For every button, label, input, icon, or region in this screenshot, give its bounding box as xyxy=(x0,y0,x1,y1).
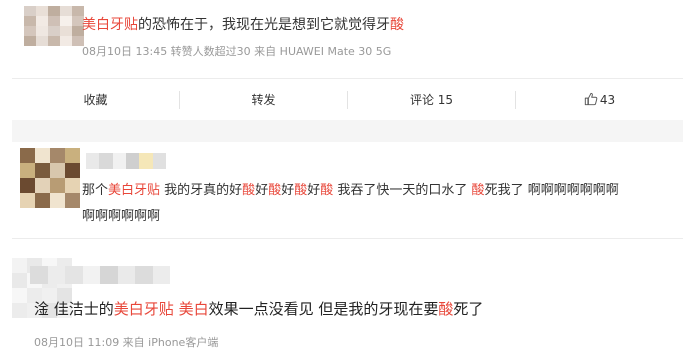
username-blurred[interactable] xyxy=(30,266,170,284)
keyword-highlight: 酸 xyxy=(294,183,308,198)
mosaic-tile xyxy=(48,36,60,46)
thumbs-up-icon xyxy=(584,92,598,106)
keyword-highlight: 酸 xyxy=(268,183,282,198)
text-segment: 效果一点没看见 但是我的牙现在要 xyxy=(208,300,439,318)
mosaic-tile xyxy=(20,178,35,193)
mosaic-tile xyxy=(47,266,65,284)
mosaic-tile xyxy=(100,266,118,284)
mosaic-tile xyxy=(48,6,60,16)
keyword-highlight: 美白 xyxy=(178,300,209,318)
mosaic-tile xyxy=(36,16,48,26)
mosaic-tile xyxy=(152,266,170,284)
mosaic-tile xyxy=(35,178,50,193)
mosaic-tile xyxy=(50,163,65,178)
mosaic-tile xyxy=(36,36,48,46)
comment-section-header xyxy=(12,120,683,142)
mosaic-tile xyxy=(65,148,80,163)
text-segment: 我的牙真的好 xyxy=(160,183,243,198)
keyword-highlight: 美白牙贴 xyxy=(82,17,138,33)
favorite-label: 收藏 xyxy=(83,93,108,107)
avatar[interactable] xyxy=(20,148,80,208)
divider xyxy=(12,238,683,239)
post-meta: 08月10日 13:45 转赞人数超过30 来自 HUAWEI Mate 30 … xyxy=(82,45,392,58)
keyword-highlight: 美白牙贴 xyxy=(108,183,161,198)
comment-text: 那个美白牙贴 我的牙真的好酸好酸好酸好酸 我吞了快一天的口水了 酸死我了 啊啊啊… xyxy=(82,179,619,198)
mosaic-tile xyxy=(24,26,36,36)
keyword-highlight: 美白牙贴 xyxy=(113,300,174,318)
mosaic-tile xyxy=(86,153,100,169)
mosaic-tile xyxy=(12,303,27,318)
text-segment: 的恐怖在于，我现在光是想到它就觉得牙 xyxy=(138,17,390,33)
keyword-highlight: 酸 xyxy=(471,183,485,198)
comment-label: 评论 15 xyxy=(409,93,454,107)
repost-label: 转发 xyxy=(251,93,276,107)
mosaic-tile xyxy=(60,16,72,26)
mosaic-tile xyxy=(65,163,80,178)
comment-text-continued: 啊啊啊啊啊啊 xyxy=(82,209,161,224)
username-blurred[interactable] xyxy=(86,153,166,169)
mosaic-tile xyxy=(82,266,100,284)
mosaic-tile xyxy=(12,288,27,303)
mosaic-tile xyxy=(20,148,35,163)
mosaic-tile xyxy=(24,36,36,46)
mosaic-tile xyxy=(65,266,83,284)
text-segment: 好 xyxy=(307,183,321,198)
text-segment: 好 xyxy=(281,183,295,198)
mosaic-tile xyxy=(35,193,50,208)
mosaic-tile xyxy=(135,266,153,284)
mosaic-tile xyxy=(99,153,113,169)
repost-button[interactable]: 转发 xyxy=(180,79,347,121)
keyword-highlight: 酸 xyxy=(320,183,334,198)
text-segment: 我吞了快一天的口水了 xyxy=(333,183,472,198)
favorite-button[interactable]: 收藏 xyxy=(12,79,179,121)
mosaic-tile xyxy=(24,16,36,26)
mosaic-tile xyxy=(12,273,27,288)
mosaic-tile xyxy=(65,178,80,193)
action-bar: 收藏 转发 评论 15 43 xyxy=(12,78,683,122)
mosaic-tile xyxy=(20,193,35,208)
text-segment: 死我了 啊啊啊啊啊啊啊 xyxy=(484,183,619,198)
like-count: 43 xyxy=(599,93,616,107)
mosaic-tile xyxy=(20,163,35,178)
keyword-highlight: 酸 xyxy=(438,300,454,318)
comment-button[interactable]: 评论 15 xyxy=(348,79,515,121)
mosaic-tile xyxy=(50,193,65,208)
mosaic-tile xyxy=(35,163,50,178)
mosaic-tile xyxy=(12,258,27,273)
mosaic-tile xyxy=(30,266,48,284)
mosaic-tile xyxy=(152,153,166,169)
text-segment: 淦 佳洁士的 xyxy=(34,300,114,318)
mosaic-tile xyxy=(65,193,80,208)
mosaic-tile xyxy=(48,16,60,26)
mosaic-tile xyxy=(112,153,126,169)
mosaic-tile xyxy=(36,6,48,16)
mosaic-tile xyxy=(35,148,50,163)
mosaic-tile xyxy=(60,36,72,46)
mosaic-tile xyxy=(60,6,72,16)
like-button[interactable]: 43 xyxy=(516,79,683,121)
comment-text: 淦 佳洁士的美白牙贴 美白效果一点没看见 但是我的牙现在要酸死了 xyxy=(34,298,483,319)
keyword-highlight: 酸 xyxy=(242,183,256,198)
avatar[interactable] xyxy=(24,6,84,46)
mosaic-tile xyxy=(36,26,48,36)
text-segment: 好 xyxy=(255,183,269,198)
mosaic-tile xyxy=(139,153,153,169)
mosaic-tile xyxy=(125,153,140,169)
text-segment: 死了 xyxy=(453,300,484,318)
mosaic-tile xyxy=(117,266,135,284)
mosaic-tile xyxy=(24,6,36,16)
keyword-highlight: 酸 xyxy=(390,17,404,33)
mosaic-tile xyxy=(50,178,65,193)
text-segment: 那个 xyxy=(82,183,109,198)
mosaic-tile xyxy=(50,148,65,163)
mosaic-tile xyxy=(60,26,72,36)
mosaic-tile xyxy=(48,26,60,36)
post-text: 美白牙贴的恐怖在于，我现在光是想到它就觉得牙酸 xyxy=(82,14,404,34)
comment-meta: 08月10日 11:09 来自 iPhone客户端 xyxy=(34,336,219,349)
